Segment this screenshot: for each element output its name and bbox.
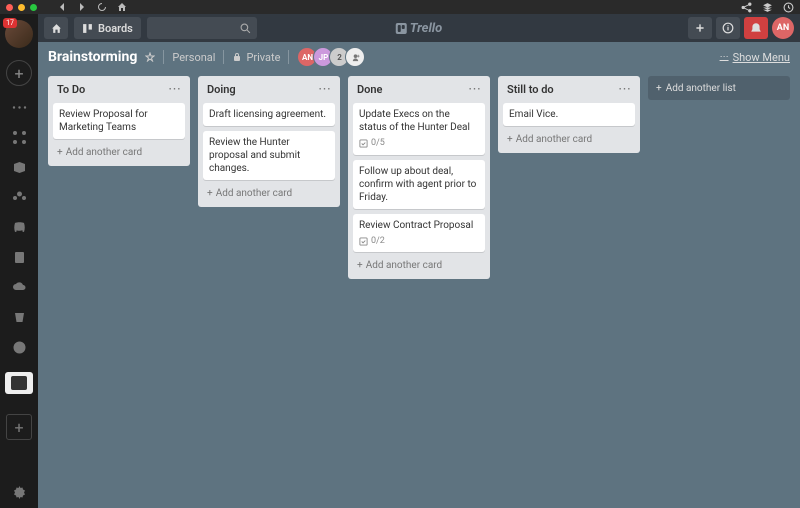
home-button[interactable]: [44, 17, 68, 39]
board-header: Brainstorming Personal Private AN JP 2 ⋯…: [38, 42, 800, 72]
board-canvas[interactable]: To Do ⋯ Review Proposal for Marketing Team…: [38, 72, 800, 508]
star-button[interactable]: [145, 52, 155, 62]
trello-logo-icon: [396, 23, 407, 34]
sidebar-avatar[interactable]: 17: [5, 20, 33, 48]
board-title[interactable]: Brainstorming: [48, 49, 137, 65]
sidebar-cloud-icon[interactable]: [10, 278, 28, 296]
nav-forward-icon[interactable]: [77, 2, 87, 12]
layers-icon[interactable]: [762, 2, 773, 13]
list-title[interactable]: Doing: [207, 83, 236, 96]
personal-label[interactable]: Personal: [172, 51, 215, 64]
clock-icon[interactable]: [783, 2, 794, 13]
trello-logo-text: Trello: [410, 21, 442, 36]
info-button[interactable]: [716, 17, 740, 39]
maximize-window[interactable]: [30, 4, 37, 11]
list-title[interactable]: Done: [357, 83, 382, 96]
list: Still to do ⋯ Email Vice. + Add another car…: [498, 76, 640, 153]
card[interactable]: Review Proposal for Marketing Teams: [53, 103, 185, 139]
add-card-button[interactable]: + Add another card: [203, 185, 335, 202]
sidebar-add-button[interactable]: +: [6, 60, 32, 86]
add-member-button[interactable]: [345, 47, 365, 67]
boards-icon: [82, 23, 93, 34]
sidebar-doc-icon[interactable]: [10, 248, 28, 266]
card[interactable]: Draft licensing agreement.: [203, 103, 335, 126]
sidebar-more-icon[interactable]: [10, 98, 28, 116]
list: Doing ⋯ Draft licensing agreement. Review t…: [198, 76, 340, 207]
close-window[interactable]: [6, 4, 13, 11]
sidebar-discord-icon[interactable]: [10, 218, 28, 236]
list-title[interactable]: Still to do: [507, 83, 554, 96]
show-menu-button[interactable]: ⋯Show Menu: [720, 51, 790, 64]
sidebar-trello-active[interactable]: [5, 372, 33, 394]
card[interactable]: Review the Hunter proposal and submit ch…: [203, 131, 335, 180]
search-input[interactable]: [147, 17, 257, 39]
card[interactable]: Update Execs on the status of the Hunter…: [353, 103, 485, 155]
card[interactable]: Follow up about deal, confirm with agent…: [353, 160, 485, 209]
boards-label: Boards: [98, 22, 133, 35]
list-menu-button[interactable]: ⋯: [168, 86, 181, 94]
search-icon: [240, 23, 251, 34]
add-list-button[interactable]: + Add another list: [648, 76, 790, 100]
add-card-button[interactable]: + Add another card: [53, 144, 185, 161]
sidebar-people-icon[interactable]: [10, 188, 28, 206]
notifications-button[interactable]: [744, 17, 768, 39]
sidebar-settings-icon[interactable]: [10, 482, 28, 500]
lock-icon: [232, 52, 242, 62]
sidebar-add-app[interactable]: +: [6, 414, 32, 440]
add-card-button[interactable]: + Add another card: [353, 257, 485, 274]
list-title[interactable]: To Do: [57, 83, 85, 96]
card[interactable]: Review Contract Proposal0/2: [353, 214, 485, 253]
sidebar-github-icon[interactable]: [10, 338, 28, 356]
trello-logo[interactable]: Trello: [396, 21, 442, 36]
checklist-badge: 0/2: [359, 236, 479, 248]
window-titlebar: [0, 0, 800, 14]
sidebar-grid-icon[interactable]: [10, 128, 28, 146]
list-menu-button[interactable]: ⋯: [318, 86, 331, 94]
add-card-button[interactable]: + Add another card: [503, 131, 635, 148]
list-menu-button[interactable]: ⋯: [618, 86, 631, 94]
private-button[interactable]: Private: [232, 51, 280, 64]
traffic-lights: [6, 4, 37, 11]
sidebar-bucket-icon[interactable]: [10, 308, 28, 326]
titlebar-right: [741, 2, 794, 13]
checklist-badge: 0/5: [359, 138, 479, 150]
nav-reload-icon[interactable]: [97, 2, 107, 12]
sidebar-box-icon[interactable]: [10, 158, 28, 176]
share-icon[interactable]: [741, 2, 752, 13]
card[interactable]: Email Vice.: [503, 103, 635, 126]
nav-back-icon[interactable]: [57, 2, 67, 12]
list: To Do ⋯ Review Proposal for Marketing Team…: [48, 76, 190, 166]
browser-nav: [57, 2, 127, 12]
nav-home-icon[interactable]: [117, 2, 127, 12]
list: Done ⋯ Update Execs on the status of the H…: [348, 76, 490, 279]
app-sidebar: 17 + +: [0, 14, 38, 508]
main-area: Boards Trello AN Brainstorming Personal …: [38, 14, 800, 508]
board-members[interactable]: AN JP 2: [297, 47, 365, 67]
create-button[interactable]: [688, 17, 712, 39]
top-bar: Boards Trello AN: [38, 14, 800, 42]
user-avatar[interactable]: AN: [772, 17, 794, 39]
boards-button[interactable]: Boards: [74, 17, 141, 39]
list-menu-button[interactable]: ⋯: [468, 86, 481, 94]
minimize-window[interactable]: [18, 4, 25, 11]
notification-badge: 17: [3, 18, 17, 28]
